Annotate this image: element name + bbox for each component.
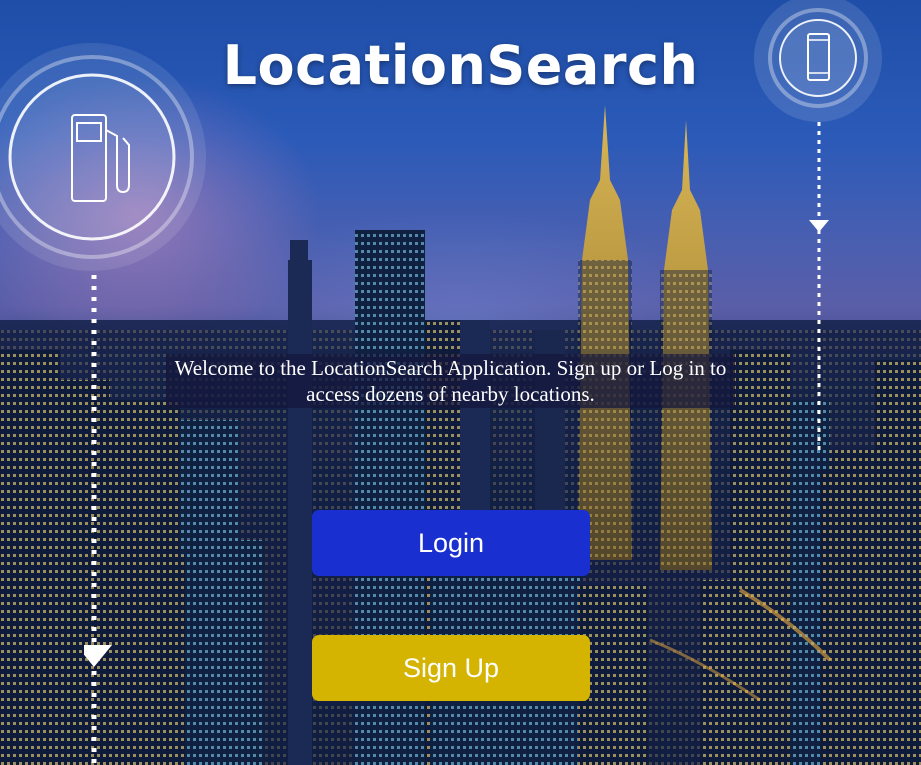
arrow-down-icon [809,220,829,232]
right-dotted-connector [809,122,829,452]
app-title: LocationSearch [222,34,699,97]
left-dotted-connector [84,275,112,765]
arrow-down-icon [84,645,112,667]
login-button[interactable]: Login [312,510,590,576]
welcome-message: Welcome to the LocationSearch Applicatio… [166,354,735,408]
signup-button[interactable]: Sign Up [312,635,590,701]
